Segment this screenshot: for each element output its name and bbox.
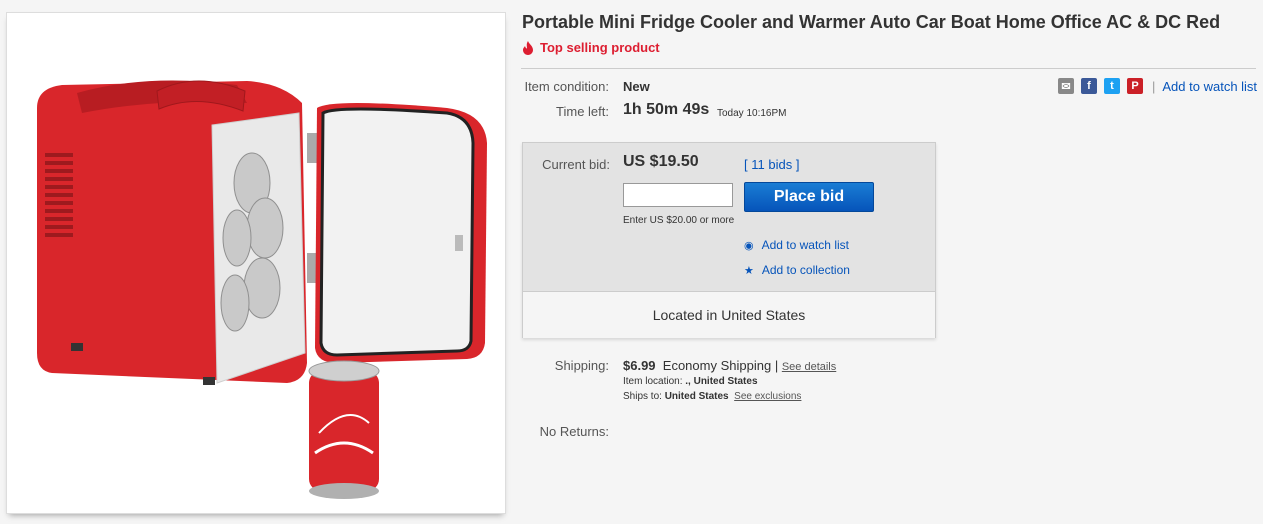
bid-watch-row[interactable]: ◉ Add to watch list [744,238,849,252]
current-bid-label: Current bid: [542,157,610,172]
shipping-separator: | [774,358,779,373]
bid-count-open: [ [744,157,748,172]
facebook-icon[interactable]: f [1081,78,1097,94]
time-left-label: Time left: [556,104,609,119]
bid-add-to-watch-list-link[interactable]: Add to watch list [762,238,849,252]
header-divider [521,68,1256,69]
place-bid-button[interactable]: Place bid [744,182,874,212]
item-location-banner: Located in United States [523,291,935,338]
badge-label: Top selling product [540,40,660,55]
condition-value: New [623,79,650,94]
bid-amount-input[interactable] [623,183,733,207]
share-separator: | [1152,78,1156,94]
end-time: Today 10:16PM [717,108,787,119]
shipping-cost: $6.99 [623,358,656,373]
current-bid-value: US $19.50 [623,153,699,170]
star-icon: ★ [744,264,754,277]
shipping-method: Economy Shipping [662,358,772,373]
add-to-collection-link[interactable]: Add to collection [762,263,850,277]
item-location-label: Item location: [623,376,683,387]
time-left-value: 1h 50m 49s [623,101,710,118]
pinterest-icon[interactable]: P [1127,78,1143,94]
mini-fridge-image [37,80,487,499]
share-bar: ✉ f t P | Add to watch list [1058,78,1257,94]
returns-label: No Returns: [539,424,609,439]
add-to-watch-list-link[interactable]: Add to watch list [1162,79,1257,94]
bid-collection-row[interactable]: ★ Add to collection [744,263,850,277]
bid-count-close: ] [795,157,800,172]
top-selling-badge: Top selling product [522,40,660,55]
eye-icon: ◉ [744,239,754,252]
shipping-label: Shipping: [554,358,609,373]
bid-panel: Current bid: US $19.50 [ 11 bids ] Place… [522,142,936,338]
ships-to-row: Ships to: United States See exclusions [623,391,801,402]
see-details-link[interactable]: See details [782,361,836,373]
bid-count-link[interactable]: 11 bids [751,157,792,172]
item-location-row: Item location: ., United States [623,376,758,387]
email-icon[interactable]: ✉ [1058,78,1074,94]
bid-hint: Enter US $20.00 or more [623,215,735,226]
bid-count: [ 11 bids ] [744,157,799,172]
shipping-info: $6.99 Economy Shipping | See details [623,358,836,373]
product-title: Portable Mini Fridge Cooler and Warmer A… [522,12,1221,32]
ships-to-value: United States [664,391,729,402]
product-image[interactable] [6,12,506,514]
twitter-icon[interactable]: t [1104,78,1120,94]
see-exclusions-link[interactable]: See exclusions [734,391,801,402]
item-location-value: ., United States [685,376,758,387]
flame-icon [523,40,533,55]
ships-to-label: Ships to: [623,391,662,402]
condition-label: Item condition: [524,79,609,94]
